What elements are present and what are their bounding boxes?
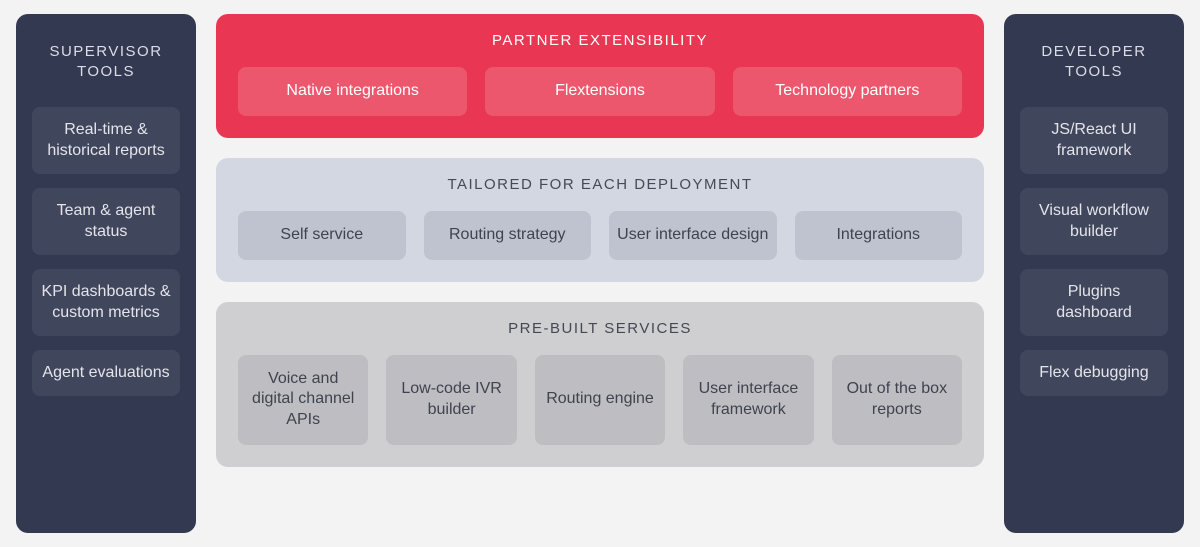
developer-tools-title: DEVELOPER TOOLS	[1041, 42, 1146, 83]
developer-tool-plugins-dashboard: Plugins dashboard	[1020, 269, 1168, 336]
chip-ivr-builder: Low-code IVR builder	[386, 355, 516, 445]
supervisor-tools-panel: SUPERVISOR TOOLS Real-time & historical …	[16, 14, 196, 533]
chip-ui-design: User interface design	[609, 211, 777, 260]
chip-native-integrations: Native integrations	[238, 67, 467, 116]
developer-tools-panel: DEVELOPER TOOLS JS/React UI framework Vi…	[1004, 14, 1184, 533]
chip-routing-strategy: Routing strategy	[424, 211, 592, 260]
chip-ui-framework: User interface framework	[683, 355, 813, 445]
chip-self-service: Self service	[238, 211, 406, 260]
partner-extensibility-title: PARTNER EXTENSIBILITY	[238, 32, 962, 49]
partner-extensibility-panel: PARTNER EXTENSIBILITY Native integration…	[216, 14, 984, 138]
tailored-deployment-chips: Self service Routing strategy User inter…	[238, 211, 962, 260]
prebuilt-services-chips: Voice and digital channel APIs Low-code …	[238, 355, 962, 445]
supervisor-tool-reports: Real-time & historical reports	[32, 107, 180, 174]
partner-extensibility-chips: Native integrations Flextensions Technol…	[238, 67, 962, 116]
prebuilt-services-title: PRE-BUILT SERVICES	[238, 320, 962, 337]
supervisor-tools-title: SUPERVISOR TOOLS	[49, 42, 162, 83]
chip-ootb-reports: Out of the box reports	[832, 355, 962, 445]
developer-tool-js-react: JS/React UI framework	[1020, 107, 1168, 174]
supervisor-tool-team-status: Team & agent status	[32, 188, 180, 255]
supervisor-tool-kpi: KPI dashboards & custom metrics	[32, 269, 180, 336]
chip-routing-engine: Routing engine	[535, 355, 665, 445]
chip-integrations: Integrations	[795, 211, 963, 260]
developer-tool-flex-debugging: Flex debugging	[1020, 350, 1168, 396]
developer-tool-workflow-builder: Visual workflow builder	[1020, 188, 1168, 255]
prebuilt-services-panel: PRE-BUILT SERVICES Voice and digital cha…	[216, 302, 984, 467]
chip-flextensions: Flextensions	[485, 67, 714, 116]
chip-voice-digital-apis: Voice and digital channel APIs	[238, 355, 368, 445]
supervisor-tool-evaluations: Agent evaluations	[32, 350, 180, 396]
architecture-diagram: SUPERVISOR TOOLS Real-time & historical …	[0, 0, 1200, 547]
tailored-deployment-panel: TAILORED FOR EACH DEPLOYMENT Self servic…	[216, 158, 984, 282]
center-column: PARTNER EXTENSIBILITY Native integration…	[216, 14, 984, 533]
tailored-deployment-title: TAILORED FOR EACH DEPLOYMENT	[238, 176, 962, 193]
chip-technology-partners: Technology partners	[733, 67, 962, 116]
